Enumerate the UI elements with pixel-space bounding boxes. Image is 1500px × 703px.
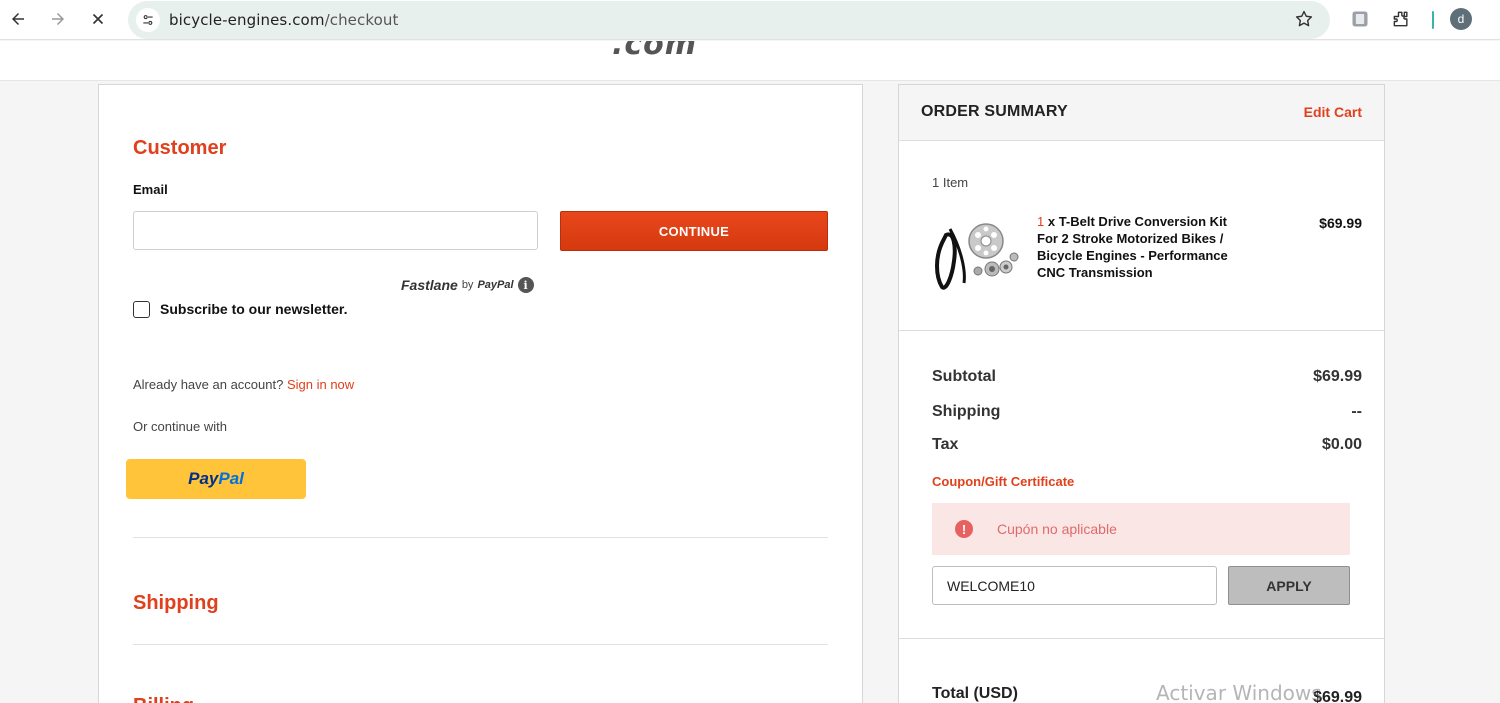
summary-divider bbox=[899, 638, 1384, 639]
shipping-value: -- bbox=[1351, 403, 1362, 420]
email-input[interactable] bbox=[133, 211, 538, 250]
forward-arrow-icon[interactable] bbox=[47, 8, 69, 30]
subtotal-value: $69.99 bbox=[1313, 368, 1362, 385]
billing-section-title: Billing bbox=[133, 695, 194, 703]
extension-icon[interactable] bbox=[1350, 9, 1370, 29]
apply-coupon-button[interactable]: APPLY bbox=[1228, 566, 1350, 605]
newsletter-checkbox[interactable] bbox=[133, 301, 150, 318]
coupon-error-text: Cupón no aplicable bbox=[997, 521, 1117, 537]
product-price: $69.99 bbox=[1319, 215, 1362, 231]
url-text: bicycle-engines.com/checkout bbox=[169, 11, 399, 29]
total-label: Total (USD) bbox=[932, 685, 1018, 702]
coupon-gift-certificate-link[interactable]: Coupon/Gift Certificate bbox=[932, 474, 1074, 489]
site-info-icon[interactable] bbox=[136, 8, 160, 32]
windows-activation-watermark: Activar Windows bbox=[1156, 681, 1322, 703]
fastlane-by-paypal-badge: Fastlane by PayPal i bbox=[401, 277, 534, 293]
browser-toolbar: bicycle-engines.com/checkout d bbox=[0, 0, 1500, 40]
email-label: Email bbox=[133, 182, 168, 197]
order-summary-title: ORDER SUMMARY bbox=[921, 103, 1068, 120]
error-icon: ! bbox=[955, 520, 973, 538]
newsletter-label[interactable]: Subscribe to our newsletter. bbox=[160, 301, 348, 317]
bookmark-star-icon[interactable] bbox=[1294, 9, 1314, 29]
site-header: .com bbox=[0, 41, 1500, 81]
summary-divider bbox=[899, 330, 1384, 331]
back-arrow-icon[interactable] bbox=[7, 8, 29, 30]
tax-value: $0.00 bbox=[1321, 436, 1362, 453]
fastlane-paypal: PayPal bbox=[477, 279, 514, 291]
item-count: 1 Item bbox=[932, 175, 969, 190]
customer-section-title: Customer bbox=[133, 137, 227, 159]
section-divider bbox=[133, 644, 828, 645]
shipping-label: Shipping bbox=[932, 403, 1001, 420]
coupon-error-alert: ! Cupón no aplicable bbox=[932, 503, 1350, 555]
section-divider bbox=[133, 537, 828, 538]
tax-label: Tax bbox=[932, 436, 959, 453]
profile-avatar[interactable]: d bbox=[1450, 8, 1472, 30]
extensions-puzzle-icon[interactable] bbox=[1391, 9, 1411, 29]
product-image bbox=[932, 217, 1022, 291]
product-name: 1 x T-Belt Drive Conversion Kit For 2 St… bbox=[1037, 214, 1228, 280]
account-prompt: Already have an account? Sign in now bbox=[133, 377, 355, 392]
sign-in-link[interactable]: Sign in now bbox=[287, 377, 354, 392]
fastlane-brand: Fastlane bbox=[401, 277, 458, 293]
fastlane-by: by bbox=[461, 279, 474, 291]
product-qty: 1 bbox=[1037, 214, 1045, 229]
checkout-steps-panel: Customer Email CONTINUE Fastlane by PayP… bbox=[98, 84, 863, 703]
edit-cart-link[interactable]: Edit Cart bbox=[1304, 104, 1362, 120]
continue-button[interactable]: CONTINUE bbox=[560, 211, 828, 251]
paypal-button[interactable]: Pay Pal bbox=[126, 459, 306, 499]
shipping-section-title: Shipping bbox=[133, 592, 219, 614]
order-summary-panel: ORDER SUMMARY Edit Cart 1 Item 1 x T-Bel… bbox=[898, 84, 1385, 703]
site-logo[interactable]: .com bbox=[612, 41, 697, 62]
subtotal-label: Subtotal bbox=[932, 368, 996, 385]
info-icon[interactable]: i bbox=[517, 277, 534, 293]
coupon-code-input[interactable] bbox=[932, 566, 1217, 605]
address-bar[interactable]: bicycle-engines.com/checkout bbox=[128, 1, 1330, 39]
or-continue-with-label: Or continue with bbox=[133, 419, 227, 434]
toolbar-divider bbox=[1432, 11, 1434, 29]
order-summary-header: ORDER SUMMARY Edit Cart bbox=[899, 85, 1384, 141]
stop-loading-icon[interactable] bbox=[87, 8, 109, 30]
